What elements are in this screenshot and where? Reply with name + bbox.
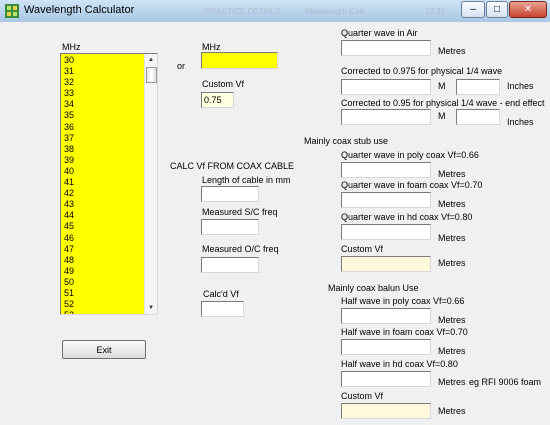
inches-unit: Inches: [507, 117, 534, 127]
calc-vf-heading: CALC Vf FROM COAX CABLE: [170, 161, 295, 171]
mhz-list-item[interactable]: 44: [64, 210, 144, 221]
mhz-list-item[interactable]: 39: [64, 155, 144, 166]
client-area: MHz 30 31 32 33 34 35 36 37 38 39 40 41 42 43 44 45 46 47…: [0, 22, 550, 425]
metres-unit: Metres: [438, 199, 466, 209]
mhz-list-items: 30 31 32 33 34 35 36 37 38 39 40 41 42 43 44 45 46 47 48 49…: [64, 55, 144, 314]
m-unit: M: [438, 111, 446, 121]
scroll-down-icon[interactable]: ▼: [145, 302, 157, 314]
maximize-button[interactable]: □: [486, 1, 508, 18]
corr-95-metres-output: [341, 109, 431, 125]
length-label: Length of cable in mm: [202, 175, 291, 185]
mhz-list-label: MHz: [62, 42, 81, 52]
mhz-list-item[interactable]: 49: [64, 266, 144, 277]
oc-freq-label: Measured O/C freq: [202, 244, 279, 254]
metres-unit: Metres: [438, 169, 466, 179]
hw-poly-output: [341, 308, 431, 324]
stub-heading: Mainly coax stub use: [304, 136, 389, 146]
corr-95-label: Corrected to 0.95 for physical 1/4 wave …: [341, 98, 545, 108]
close-icon: ✕: [523, 4, 533, 15]
inches-unit: Inches: [507, 81, 534, 91]
custom-vf-input[interactable]: 0.75: [201, 92, 234, 108]
corr-975-inches-output: [456, 79, 500, 95]
oc-freq-input[interactable]: [201, 257, 259, 273]
scroll-thumb[interactable]: [146, 67, 157, 83]
custom-vf-quarter-label: Custom Vf: [341, 244, 384, 254]
qw-foam-label: Quarter wave in foam coax Vf=0.70: [341, 180, 483, 190]
mhz-list-item[interactable]: 45: [64, 221, 144, 232]
mhz-list-item[interactable]: 30: [64, 55, 144, 66]
hw-poly-label: Half wave in poly coax Vf=0.66: [341, 296, 465, 306]
app-icon: [5, 4, 19, 18]
qw-air-output: [341, 40, 431, 56]
mhz-list-item[interactable]: 51: [64, 288, 144, 299]
mhz-list-item[interactable]: 41: [64, 177, 144, 188]
corr-975-metres-output: [341, 79, 431, 95]
scroll-up-icon[interactable]: ▲: [145, 54, 157, 66]
mhz-list-item[interactable]: 48: [64, 255, 144, 266]
mhz-list-item[interactable]: 34: [64, 99, 144, 110]
metres-unit: Metres: [438, 46, 466, 56]
exit-button[interactable]: Exit: [62, 340, 146, 359]
qw-hd-label: Quarter wave in hd coax Vf=0.80: [341, 212, 473, 222]
corr-95-inches-output: [456, 109, 500, 125]
m-unit: M: [438, 81, 446, 91]
qw-air-label: Quarter wave in Air: [341, 28, 418, 38]
balun-heading: Mainly coax balun Use: [328, 283, 419, 293]
mhz-list-item[interactable]: 40: [64, 166, 144, 177]
sc-freq-label: Measured S/C freq: [202, 207, 278, 217]
background-window-text: PRACTICE DETAILS: [205, 7, 281, 16]
metres-unit: Metres: [438, 233, 466, 243]
calcd-vf-label: Calc'd Vf: [203, 289, 239, 299]
metres-unit: Metres: [438, 315, 466, 325]
length-input[interactable]: [201, 186, 259, 202]
calcd-vf-output: [201, 301, 244, 317]
mhz-list-item[interactable]: 42: [64, 188, 144, 199]
qw-foam-output: [341, 192, 431, 208]
mhz-list-item[interactable]: 33: [64, 88, 144, 99]
background-window-text: Wavelength Calc: [305, 7, 366, 16]
mhz-list-item[interactable]: 37: [64, 133, 144, 144]
rfi-note: eg RFI 9006 foam: [469, 377, 542, 387]
listbox-scrollbar[interactable]: ▲ ▼: [144, 54, 157, 314]
maximize-icon: □: [493, 4, 501, 15]
custom-vf-label: Custom Vf: [202, 79, 245, 89]
metres-unit: Metres: [438, 258, 466, 268]
corr-975-label: Corrected to 0.975 for physical 1/4 wave: [341, 66, 503, 76]
sc-freq-input[interactable]: [201, 219, 259, 235]
close-button[interactable]: ✕: [509, 1, 547, 18]
or-label: or: [177, 61, 186, 71]
mhz-list-item[interactable]: 53: [64, 310, 144, 314]
custom-vf-quarter-output: [341, 256, 431, 272]
mhz-list-item[interactable]: 36: [64, 122, 144, 133]
mhz-list-item[interactable]: 31: [64, 66, 144, 77]
mhz-list-item[interactable]: 32: [64, 77, 144, 88]
qw-hd-output: [341, 224, 431, 240]
metres-unit: Metres: [438, 346, 466, 356]
qw-poly-label: Quarter wave in poly coax Vf=0.66: [341, 150, 479, 160]
window-title: Wavelength Calculator: [24, 4, 135, 16]
mhz-list-item[interactable]: 52: [64, 299, 144, 310]
mhz-list-item[interactable]: 50: [64, 277, 144, 288]
mhz-list-item[interactable]: 43: [64, 199, 144, 210]
custom-vf-half-label: Custom Vf: [341, 391, 384, 401]
title-bar[interactable]: Wavelength Calculator PRACTICE DETAILS W…: [0, 0, 550, 23]
mhz-list-item[interactable]: 47: [64, 244, 144, 255]
minimize-icon: –: [470, 4, 476, 15]
qw-poly-output: [341, 162, 431, 178]
custom-vf-half-output: [341, 403, 431, 419]
metres-unit: Metres: [438, 406, 466, 416]
mhz-input[interactable]: [201, 52, 278, 69]
hw-hd-output: [341, 371, 431, 387]
mhz-list-item[interactable]: 38: [64, 144, 144, 155]
hw-foam-label: Half wave in foam coax Vf=0.70: [341, 327, 468, 337]
mhz-input-label: MHz: [202, 42, 221, 52]
metres-unit: Metres: [438, 377, 466, 387]
mhz-list-item[interactable]: 35: [64, 110, 144, 121]
background-window-text: 22:31: [425, 7, 446, 16]
mhz-list-item[interactable]: 46: [64, 233, 144, 244]
hw-hd-label: Half wave in hd coax Vf=0.80: [341, 359, 458, 369]
hw-foam-output: [341, 339, 431, 355]
mhz-listbox[interactable]: 30 31 32 33 34 35 36 37 38 39 40 41 42 43 44 45 46 47 48 49…: [60, 53, 158, 315]
minimize-button[interactable]: –: [461, 1, 485, 18]
